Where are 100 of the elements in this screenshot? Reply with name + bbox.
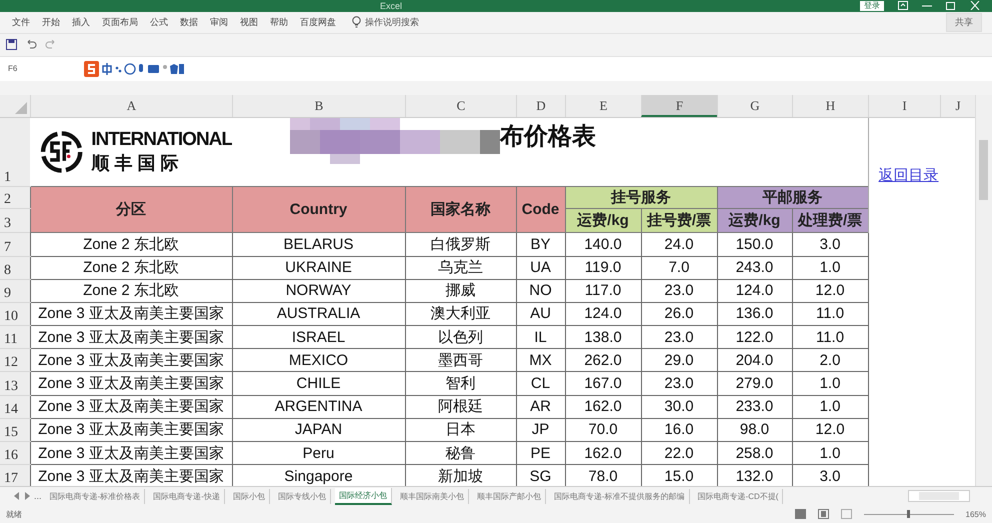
table-cell: 24.0 <box>641 232 717 256</box>
table-cell: Peru <box>232 442 405 465</box>
zoom-level[interactable]: 165% <box>966 510 986 519</box>
row-number: 11 <box>0 326 30 349</box>
menu-item[interactable]: 插入 <box>66 16 96 29</box>
sheet-tab[interactable]: 顺丰国际产邮小包 <box>472 488 546 504</box>
table-cell: 23.0 <box>641 279 717 302</box>
ribbon-display-icon[interactable] <box>898 1 908 10</box>
normal-view-icon[interactable] <box>794 509 806 520</box>
column-header[interactable]: A <box>30 94 232 117</box>
logo-text: 顺 丰 国 际 <box>91 152 180 176</box>
table-cell: 23.0 <box>641 372 717 396</box>
sheet-tab[interactable]: 国际经济小包 <box>334 488 392 505</box>
table-cell: JAPAN <box>232 418 405 442</box>
table-cell: Zone 3 亚太及南美主要国家 <box>30 442 232 465</box>
menu-item[interactable]: 公式 <box>144 16 174 29</box>
column-heading: 挂号费/票 <box>641 208 717 233</box>
sheet-title: 布价格表 <box>500 122 596 152</box>
row-number: 12 <box>0 348 30 372</box>
column-header[interactable]: H <box>792 94 868 117</box>
status-text: 就绪 <box>6 508 22 520</box>
row-number: 17 <box>0 464 30 486</box>
table-cell: ARGENTINA <box>232 395 405 418</box>
vertical-scrollbar[interactable] <box>975 94 992 486</box>
column-header[interactable]: G <box>717 94 792 117</box>
table-cell: 3.0 <box>792 232 868 256</box>
row-number: 3 <box>0 208 30 233</box>
table-cell: 日本 <box>405 418 516 442</box>
menu-item[interactable]: 审阅 <box>204 16 234 29</box>
sheet-tab[interactable]: 国际专线小包 <box>274 488 331 504</box>
menu-item[interactable]: 数据 <box>174 16 204 29</box>
previous-sheet-icon[interactable] <box>14 492 20 500</box>
back-to-contents-link[interactable]: 返回目录 <box>878 168 939 184</box>
restore-icon[interactable] <box>946 1 956 10</box>
column-group-heading: 平邮服务 <box>717 186 868 209</box>
input-method-toolbar-drawing[interactable] <box>84 60 184 77</box>
column-group-heading: 挂号服务 <box>565 186 717 209</box>
table-cell: 1.0 <box>792 372 868 396</box>
menu-item[interactable]: 帮助 <box>264 16 294 29</box>
horizontal-scrollbar[interactable] <box>908 490 970 502</box>
menu-item[interactable]: 开始 <box>36 16 66 29</box>
table-cell: AU <box>516 302 565 326</box>
redo-icon[interactable] <box>45 40 57 50</box>
menu-item[interactable]: 页面布局 <box>96 16 144 29</box>
table-cell: 140.0 <box>565 232 641 256</box>
table-cell: 白俄罗斯 <box>405 232 516 256</box>
sign-in-button[interactable]: 登录 <box>860 0 884 11</box>
table-cell: 162.0 <box>565 442 641 465</box>
undo-icon[interactable] <box>25 40 37 50</box>
table-cell: 162.0 <box>565 395 641 418</box>
sheet-tab[interactable]: 国际电商专递-CD不提( <box>694 488 784 504</box>
column-header[interactable]: F <box>641 94 717 117</box>
table-cell: UA <box>516 256 565 280</box>
menu-item[interactable]: 文件 <box>6 16 36 29</box>
table-cell: 136.0 <box>717 302 792 326</box>
page-layout-icon[interactable] <box>818 509 829 520</box>
column-heading: 运费/kg <box>717 208 792 233</box>
column-heading: 处理费/票 <box>792 208 868 233</box>
sheet-tab[interactable]: 国际电商专递-标准不提供服务的邮编 <box>550 488 690 504</box>
table-cell: Zone 2 东北欧 <box>30 232 232 256</box>
lightbulb-icon <box>352 16 361 28</box>
row-number: 13 <box>0 372 30 396</box>
next-sheet-icon[interactable] <box>24 492 30 500</box>
table-cell: 墨西哥 <box>405 348 516 372</box>
close-icon[interactable] <box>970 1 980 10</box>
table-cell: Zone 3 亚太及南美主要国家 <box>30 348 232 372</box>
table-cell: 70.0 <box>565 418 641 442</box>
sheet-tab[interactable]: 国际电商专递-快递 <box>149 488 225 504</box>
table-cell: BELARUS <box>232 232 405 256</box>
column-header[interactable]: C <box>405 94 516 117</box>
table-cell: 30.0 <box>641 395 717 418</box>
column-heading: 分区 <box>30 186 232 233</box>
table-cell: MX <box>516 348 565 372</box>
row-number: 15 <box>0 418 30 442</box>
sheet-tab[interactable]: 国际电商专递-标准价格表 <box>46 488 146 504</box>
tell-me-search[interactable]: 操作说明搜索 <box>361 16 423 29</box>
table-cell: AUSTRALIA <box>232 302 405 326</box>
row-number: 8 <box>0 256 30 280</box>
menu-item[interactable]: 视图 <box>234 16 264 29</box>
name-box[interactable]: F6 <box>4 64 78 74</box>
table-cell: UKRAINE <box>232 256 405 280</box>
column-header[interactable]: B <box>232 94 405 117</box>
table-cell: 23.0 <box>641 326 717 349</box>
share-button[interactable]: 共享 <box>946 12 982 32</box>
column-heading: Code <box>516 186 565 233</box>
more-sheets-button[interactable]: ... <box>34 491 42 502</box>
page-break-icon[interactable] <box>840 509 852 520</box>
sheet-tab[interactable]: 顺丰国际南美小包 <box>396 488 469 504</box>
sheet-tab[interactable]: 国际小包 <box>228 488 270 504</box>
table-cell: 澳大利亚 <box>405 302 516 326</box>
table-cell: ISRAEL <box>232 326 405 349</box>
column-header[interactable]: D <box>516 94 565 117</box>
table-cell: 117.0 <box>565 279 641 302</box>
save-icon[interactable] <box>6 39 17 50</box>
menu-item[interactable]: 百度网盘 <box>294 16 342 29</box>
column-header[interactable]: I <box>868 94 940 117</box>
table-cell: 138.0 <box>565 326 641 349</box>
row-number: 2 <box>0 186 30 209</box>
table-cell: 233.0 <box>717 395 792 418</box>
table-cell: MEXICO <box>232 348 405 372</box>
